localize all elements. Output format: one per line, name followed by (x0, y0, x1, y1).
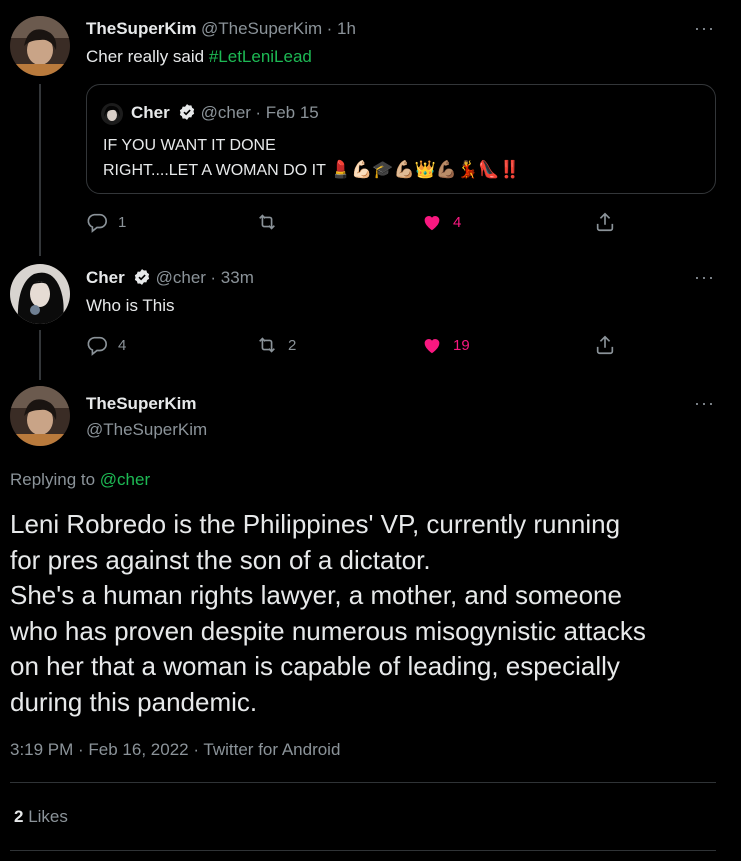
share-icon (596, 212, 614, 232)
likes-label: Likes (28, 807, 68, 826)
avatar[interactable] (10, 386, 70, 446)
main-text-line: during this pandemic. (10, 686, 258, 717)
likes-count: 2 (14, 807, 24, 826)
avatar[interactable] (10, 16, 70, 76)
tweet-text: Who is This (86, 296, 175, 315)
reply-count: 4 (118, 336, 127, 354)
display-name[interactable]: TheSuperKim (86, 394, 197, 414)
timestamp[interactable]: · 1h (327, 19, 356, 38)
quote-line-1: IF YOU WANT IT DONE (103, 137, 276, 154)
likes-stat[interactable]: 2 Likes (14, 807, 68, 827)
retweet-icon (259, 214, 275, 230)
main-text-line: for pres against the son of a dictator. (10, 544, 431, 575)
divider (10, 782, 716, 783)
thread-line (39, 84, 41, 256)
thread-line (39, 330, 41, 380)
avatar[interactable] (10, 264, 70, 324)
reply-button[interactable]: 1 (86, 211, 126, 233)
share-button[interactable] (594, 211, 616, 233)
tweet-text-prefix: Cher really said (86, 47, 209, 66)
replying-label: Replying to (10, 470, 100, 489)
main-tweet-text: Leni Robredo is the Philippines' VP, cur… (10, 507, 646, 720)
like-icon (424, 339, 440, 354)
quote-line-2: RIGHT....LET A WOMAN DO IT (103, 162, 326, 179)
main-text-line: Leni Robredo is the Philippines' VP, cur… (10, 509, 621, 539)
like-icon (424, 216, 440, 231)
divider (10, 850, 716, 851)
verified-icon (135, 269, 150, 285)
quoted-tweet[interactable]: Cher @cher · Feb 15 IF YOU WANT IT DONE … (86, 84, 716, 194)
handle[interactable]: @cher (156, 268, 206, 287)
like-count: 19 (453, 336, 470, 354)
retweet-button[interactable] (256, 211, 288, 233)
more-icon[interactable]: ··· (694, 267, 715, 288)
more-icon[interactable]: ··· (694, 393, 715, 414)
tweet-actions: 4 2 19 (86, 334, 626, 360)
main-text-line: on her that a woman is capable of leadin… (10, 651, 620, 681)
quote-avatar (101, 103, 123, 125)
replying-to: Replying to @cher (10, 470, 150, 490)
share-icon (596, 335, 614, 355)
tweet-actions: 1 4 (86, 211, 626, 237)
retweet-button[interactable]: 2 (256, 334, 296, 356)
reply-icon (87, 213, 107, 233)
reply-count: 1 (118, 213, 127, 231)
tweet-text: Cher really said #LetLeniLead (86, 47, 312, 67)
display-name[interactable]: Cher (86, 268, 125, 287)
replying-to-link[interactable]: @cher (100, 470, 150, 489)
reply-icon (87, 336, 107, 356)
hashtag-link[interactable]: #LetLeniLead (209, 47, 312, 66)
quote-display-name: Cher (131, 103, 170, 122)
like-button[interactable]: 4 (421, 211, 461, 233)
quote-timestamp: · Feb 15 (255, 103, 319, 122)
retweet-count: 2 (288, 336, 297, 354)
verified-icon (180, 104, 195, 120)
main-text-line: She's a human rights lawyer, a mother, a… (10, 580, 622, 610)
retweet-icon (259, 337, 275, 353)
timestamp[interactable]: · 33m (210, 268, 253, 287)
share-button[interactable] (594, 334, 616, 356)
more-icon[interactable]: ··· (694, 18, 715, 39)
tweet-timestamp[interactable]: 3:19 PM · Feb 16, 2022 · Twitter for And… (10, 740, 340, 760)
quote-text: IF YOU WANT IT DONE RIGHT....LET A WOMAN… (103, 134, 521, 183)
handle[interactable]: @TheSuperKim (86, 420, 207, 440)
like-count: 4 (453, 213, 462, 231)
quote-emojis: 💄💪🏻🎓💪🏼👑💪🏽💃👠‼️ (330, 160, 521, 179)
reply-button[interactable]: 4 (86, 334, 126, 356)
display-name[interactable]: TheSuperKim (86, 19, 197, 38)
handle[interactable]: @TheSuperKim (201, 19, 322, 38)
like-button[interactable]: 19 (421, 334, 470, 356)
quote-handle: @cher (200, 103, 251, 122)
main-text-line: who has proven despite numerous misogyni… (10, 615, 646, 646)
